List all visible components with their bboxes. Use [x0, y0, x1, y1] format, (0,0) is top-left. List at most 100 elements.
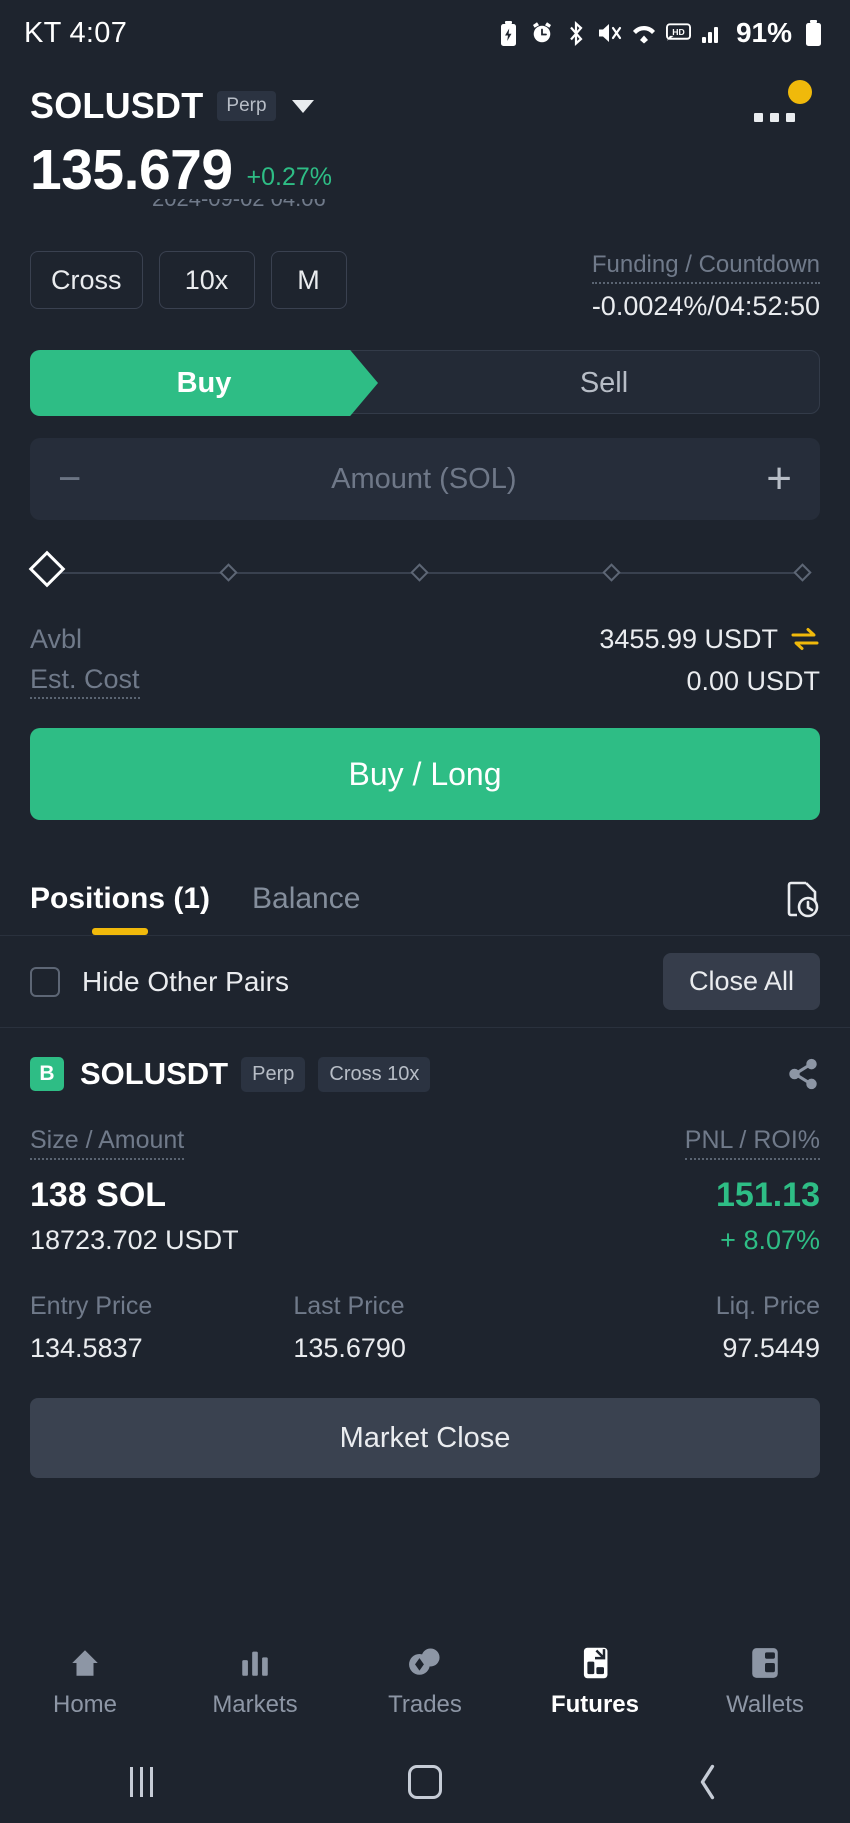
nav-futures[interactable]: Futures — [525, 1644, 665, 1719]
market-close-button[interactable]: Market Close — [30, 1398, 820, 1478]
tab-balance[interactable]: Balance — [252, 862, 360, 935]
est-cost-value: 0.00 USDT — [686, 665, 820, 696]
more-options-icon — [754, 113, 795, 122]
tab-positions[interactable]: Positions (1) — [30, 862, 210, 935]
futures-icon — [578, 1644, 612, 1682]
price-timestamp-area: 2024-09-02 04:06 — [0, 199, 850, 245]
slider-step-100[interactable] — [793, 563, 813, 582]
amount-decrement-button[interactable]: − — [58, 459, 81, 499]
page-title: SOLUSDT — [30, 85, 204, 126]
last-price-value: 135.6790 — [293, 1333, 406, 1363]
chevron-down-icon[interactable] — [291, 99, 314, 113]
symbol-selector[interactable]: SOLUSDT Perp — [30, 85, 314, 127]
position-size-group: 138 SOL 18723.702 USDT — [30, 1176, 239, 1256]
symbol-header: SOLUSDT Perp — [0, 66, 850, 134]
nav-wallets-label: Wallets — [726, 1690, 804, 1718]
available-balance-row: Avbl 3455.99 USDT — [30, 618, 820, 660]
bluetooth-icon — [564, 19, 589, 47]
est-cost-row: Est. Cost 0.00 USDT — [30, 660, 820, 702]
position-values: 138 SOL 18723.702 USDT 151.13 + 8.07% — [30, 1176, 820, 1256]
entry-price-label: Entry Price — [30, 1292, 153, 1320]
slider-step-25[interactable] — [218, 563, 238, 582]
price-timestamp: 2024-09-02 04:06 — [152, 199, 326, 212]
funding-countdown[interactable]: Funding / Countdown -0.0024%/04:52:50 — [592, 251, 820, 322]
position-margin-leverage: Cross 10x — [318, 1056, 431, 1092]
slider-handle[interactable] — [28, 550, 66, 588]
status-bar: KT 4:07 HD 91% — [0, 0, 850, 66]
status-carrier-time: KT 4:07 — [24, 16, 128, 49]
share-icon[interactable] — [786, 1057, 820, 1091]
amount-slider[interactable] — [28, 550, 816, 596]
position-pnl-group: 151.13 + 8.07% — [716, 1176, 820, 1256]
hide-other-pairs-control[interactable]: Hide Other Pairs — [30, 966, 289, 998]
funding-countdown-value: -0.0024%/04:52:50 — [591, 291, 820, 321]
battery-saver-icon — [496, 19, 521, 47]
price-block: 135.679 +0.27% — [0, 134, 850, 199]
entry-price-value: 134.5837 — [30, 1333, 143, 1363]
position-size-usdt: 18723.702 USDT — [30, 1225, 239, 1255]
funding-countdown-label: Funding / Countdown — [591, 251, 820, 284]
position-header: B SOLUSDT Perp Cross 10x — [30, 1056, 820, 1092]
position-roi: + 8.07% — [720, 1225, 820, 1255]
signal-icon — [700, 19, 725, 47]
position-contract-type: Perp — [241, 1056, 306, 1092]
hd-icon: HD — [665, 19, 691, 47]
leverage-button[interactable]: 10x — [158, 251, 255, 309]
amount-input[interactable]: Amount (SOL) — [331, 463, 516, 496]
more-options-button[interactable] — [750, 80, 820, 132]
positions-filter-row: Hide Other Pairs Close All — [0, 936, 850, 1028]
battery-percent: 91% — [735, 17, 792, 48]
nav-markets[interactable]: Markets — [185, 1644, 325, 1719]
est-cost-label: Est. Cost — [30, 664, 140, 699]
liq-price-label: Liq. Price — [715, 1292, 820, 1320]
tab-sell[interactable]: Sell — [389, 351, 819, 415]
nav-home-label: Home — [52, 1690, 118, 1718]
home-button-icon[interactable] — [365, 1752, 485, 1812]
nav-home[interactable]: Home — [15, 1644, 155, 1719]
liq-price-cell: Liq. Price 97.5449 — [557, 1292, 820, 1364]
position-symbol: SOLUSDT — [80, 1056, 229, 1091]
liq-price-value: 97.5449 — [722, 1333, 820, 1363]
position-identity: B SOLUSDT Perp Cross 10x — [30, 1056, 431, 1092]
home-icon — [68, 1644, 102, 1682]
last-price-label: Last Price — [293, 1292, 405, 1320]
nav-wallets[interactable]: Wallets — [695, 1644, 835, 1719]
transfer-icon[interactable] — [790, 627, 820, 651]
position-size: 138 SOL — [30, 1176, 167, 1214]
battery-icon — [801, 19, 826, 47]
amount-increment-button[interactable]: + — [766, 457, 792, 501]
bottom-navigation: Home Markets Trades Futures Wallets — [0, 1622, 850, 1740]
hide-other-pairs-label: Hide Other Pairs — [82, 965, 289, 997]
hide-other-pairs-checkbox[interactable] — [30, 966, 60, 997]
available-balance-label: Avbl — [30, 623, 83, 654]
order-history-icon[interactable] — [784, 880, 820, 918]
last-price-cell: Last Price 135.6790 — [293, 1292, 556, 1364]
wallets-icon — [749, 1644, 781, 1682]
slider-step-75[interactable] — [602, 563, 621, 582]
wifi-icon — [632, 19, 657, 47]
order-type-button[interactable]: M — [270, 251, 347, 309]
recents-icon[interactable] — [82, 1752, 202, 1812]
last-price: 135.679 — [30, 138, 233, 202]
slider-step-50[interactable] — [410, 563, 429, 582]
available-balance-value: 3455.99 USDT — [599, 624, 820, 655]
balance-info: Avbl 3455.99 USDT Est. Cost 0.00 USDT — [0, 596, 850, 702]
nav-trades[interactable]: Trades — [355, 1644, 495, 1719]
amount-input-row: − Amount (SOL) + — [30, 438, 820, 520]
buy-long-button[interactable]: Buy / Long — [30, 728, 820, 820]
back-icon[interactable] — [648, 1752, 768, 1812]
positions-tabs-row: Positions (1) Balance — [0, 862, 850, 936]
svg-text:HD: HD — [672, 27, 684, 37]
app-screen: KT 4:07 HD 91% SOLUSDT Perp 135.679 +0.2… — [0, 0, 850, 1823]
price-change-percent: +0.27% — [246, 163, 333, 191]
position-card: B SOLUSDT Perp Cross 10x Size / Amount P… — [0, 1028, 850, 1478]
tab-buy[interactable]: Buy — [30, 350, 378, 416]
mute-icon — [598, 19, 623, 47]
position-pnl: 151.13 — [716, 1176, 820, 1214]
position-price-grid: Entry Price 134.5837 Last Price 135.6790… — [30, 1292, 820, 1364]
margin-mode-button[interactable]: Cross — [30, 251, 143, 309]
contract-type-badge: Perp — [217, 91, 276, 121]
positions-tabs: Positions (1) Balance — [30, 862, 360, 935]
position-side-badge: B — [30, 1057, 64, 1091]
close-all-button[interactable]: Close All — [662, 953, 820, 1010]
